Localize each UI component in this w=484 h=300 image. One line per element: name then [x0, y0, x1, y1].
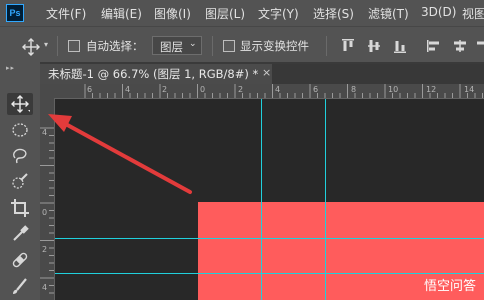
- watermark: 悟空问答: [423, 279, 476, 294]
- annotation-arrow: [48, 114, 192, 194]
